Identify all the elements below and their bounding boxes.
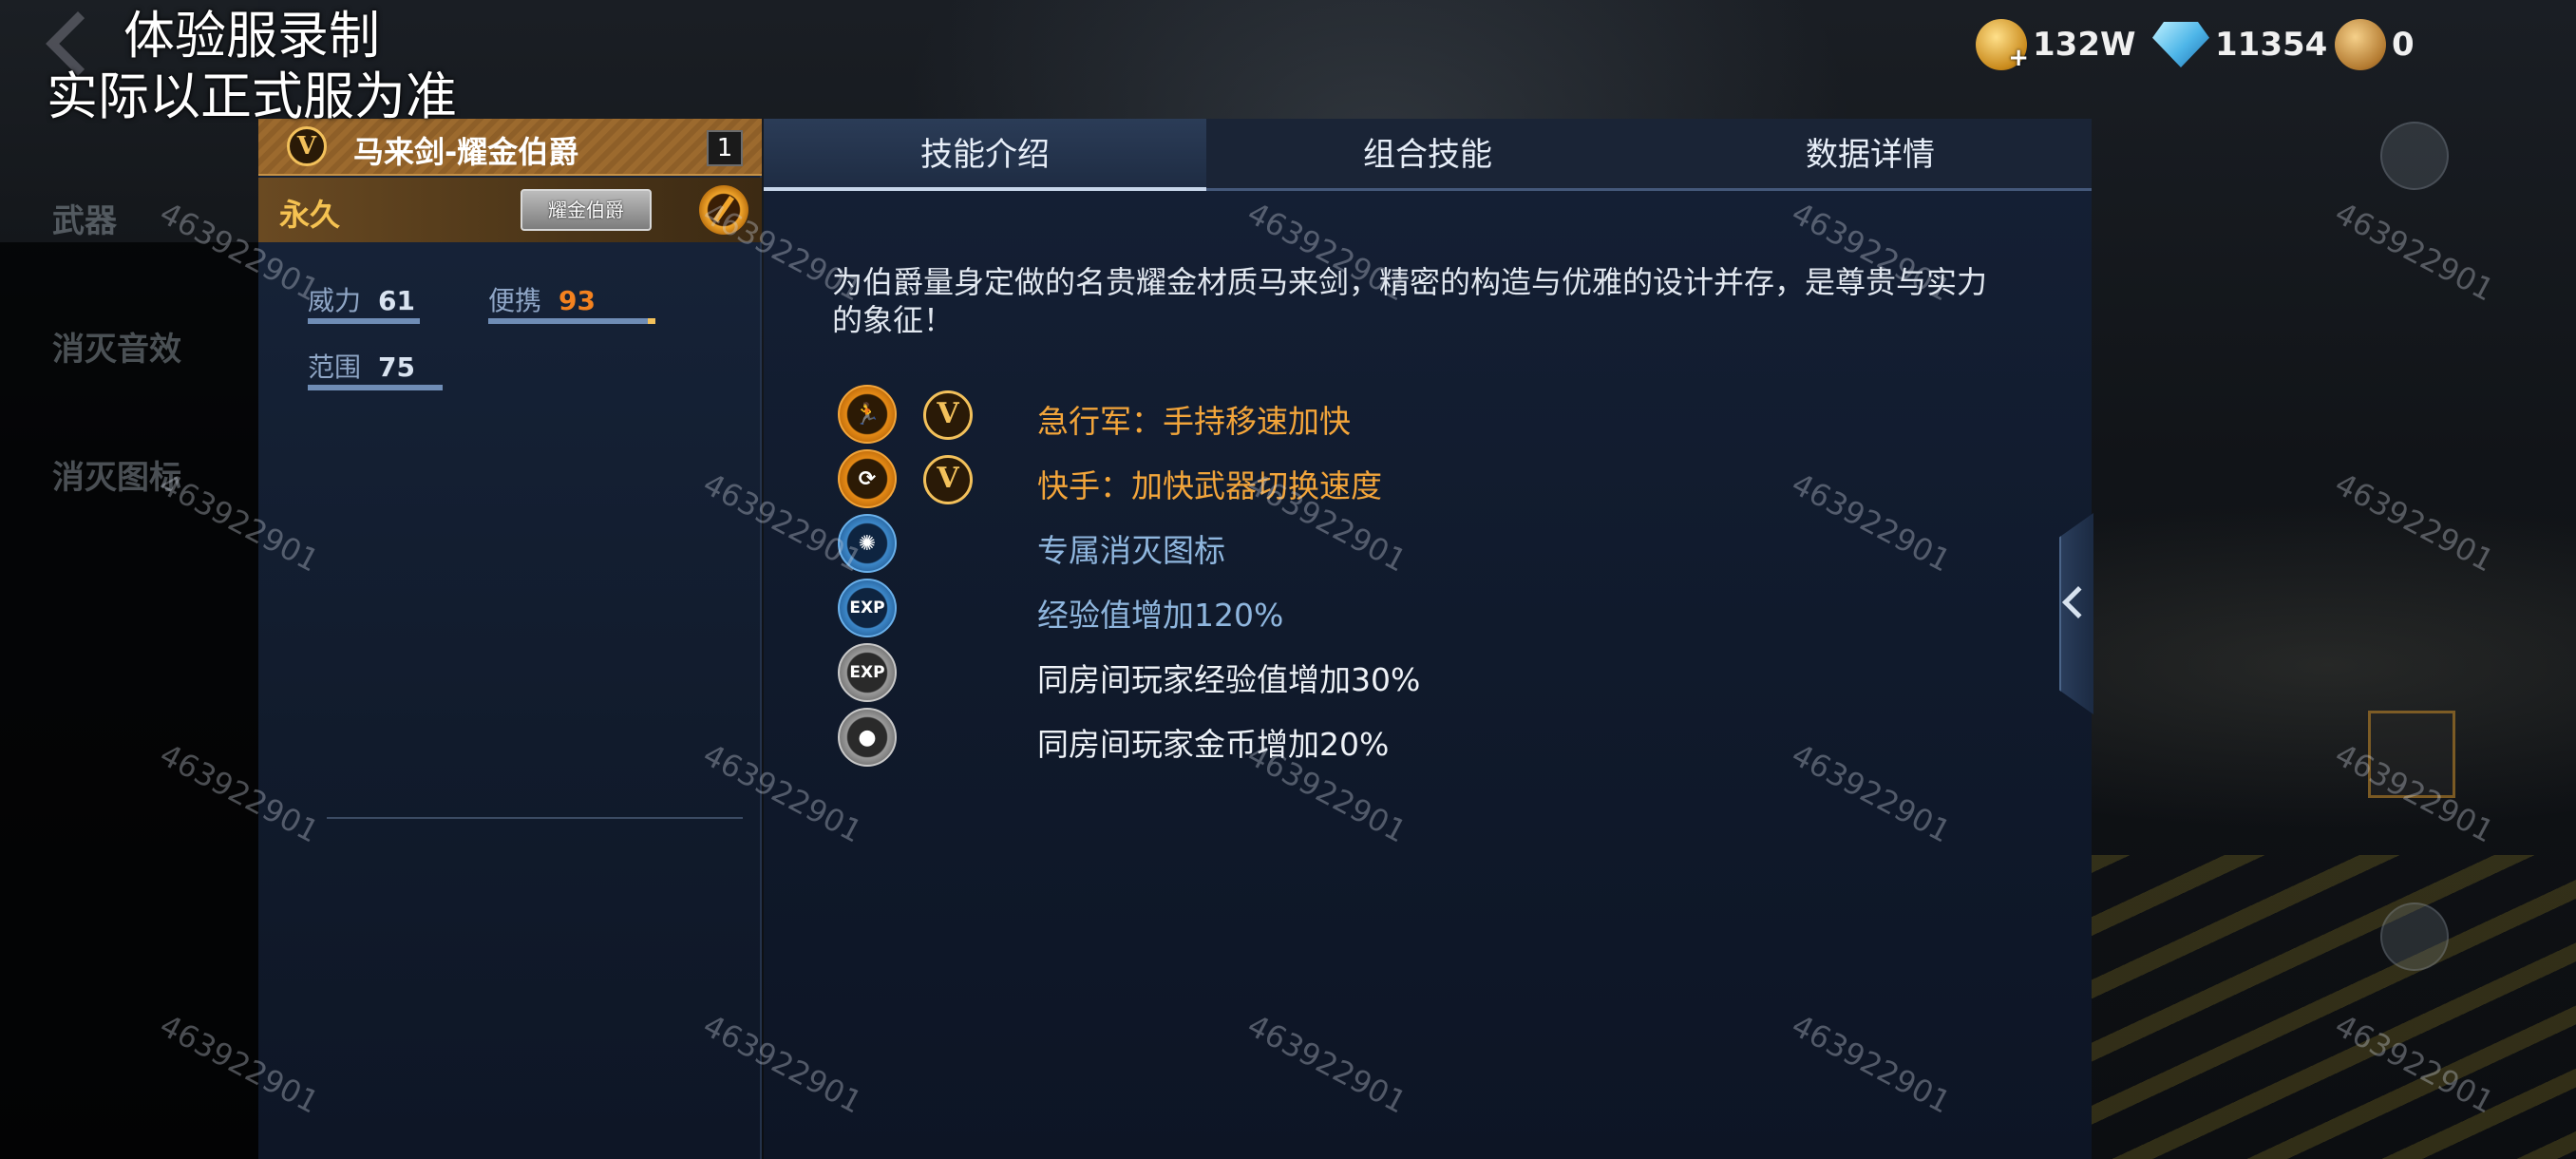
kill-icon-badge-icon: ✺ xyxy=(838,514,897,573)
tab-skill-intro[interactable]: 技能介绍 xyxy=(764,119,1206,191)
background-hazard-stripes xyxy=(2090,855,2576,1159)
currency-value: 132W xyxy=(2033,26,2136,64)
exp-boost-icon: EXP xyxy=(838,579,897,637)
bg-menu-weapon: 武器 xyxy=(52,202,117,240)
title-badge: 耀金伯爵 xyxy=(521,189,652,231)
stat-bar-portability xyxy=(488,318,652,324)
stat-bar-range xyxy=(308,385,443,390)
stat-bar-power xyxy=(308,318,420,324)
stat-value: 93 xyxy=(559,285,596,316)
bg-menu-kill-sound: 消灭音效 xyxy=(52,331,181,369)
weapon-info-panel: V 马来剑-耀金伯爵 1 永久 耀金伯爵 威力 61 便携 93 范围 75 xyxy=(258,119,762,1159)
stat-range: 范围 75 xyxy=(308,347,415,385)
skill-text: 专属消灭图标 xyxy=(1037,532,1225,569)
weapon-medal-icon xyxy=(699,185,748,235)
weapon-header: V 马来剑-耀金伯爵 1 xyxy=(258,119,762,176)
skill-text: 同房间玩家金币增加20% xyxy=(1037,726,1390,763)
tab-combo-skill[interactable]: 组合技能 xyxy=(1206,119,1649,191)
highlighted-slot[interactable] xyxy=(2368,711,2455,798)
skill-text: 快手：加快武器切换速度 xyxy=(1037,467,1382,504)
tab-bar: 技能介绍 组合技能 数据详情 xyxy=(764,119,2092,191)
room-exp-icon: EXP xyxy=(838,643,897,702)
stat-label: 威力 xyxy=(308,285,362,316)
skill-row: EXP 同房间玩家经验值增加30% xyxy=(838,643,1978,704)
skill-row: EXP 经验值增加120% xyxy=(838,579,1978,639)
currency-gold[interactable]: + 132W xyxy=(1976,15,2135,74)
collapse-panel-handle[interactable] xyxy=(2059,513,2093,714)
weapon-count-badge: 1 xyxy=(707,130,743,166)
currency-value: 0 xyxy=(2392,26,2415,64)
room-coin-icon: ● xyxy=(838,708,897,767)
stat-label: 便携 xyxy=(488,285,542,316)
stat-value: 75 xyxy=(378,352,415,383)
skill-row: ● 同房间玩家金币增加20% xyxy=(838,708,1978,769)
skill-row: ✺ 专属消灭图标 xyxy=(838,514,1978,575)
stat-bar-portability-bonus xyxy=(648,318,655,324)
skill-row: 🏃 V 急行军：手持移速加快 xyxy=(838,385,1978,446)
currency-medal[interactable]: 0 xyxy=(2335,15,2415,74)
tier-v-icon: V xyxy=(923,390,973,440)
duration-row: 永久 耀金伯爵 xyxy=(258,178,762,242)
currency-diamond[interactable]: 11354 xyxy=(2152,15,2327,74)
stat-portability: 便携 93 xyxy=(488,280,596,318)
recording-note: 体验服录制 实际以正式服为准 xyxy=(28,6,503,127)
stat-label: 范围 xyxy=(308,352,362,383)
bg-menu-kill-icon: 消灭图标 xyxy=(52,459,181,497)
weapon-description: 为伯爵量身定做的名贵耀金材质马来剑，精密的构造与优雅的设计并存，是尊贵与实力的象… xyxy=(832,264,1988,338)
stat-power: 威力 61 xyxy=(308,280,415,318)
diamond-icon xyxy=(2152,22,2209,67)
skill-text: 经验值增加120% xyxy=(1037,597,1284,634)
medal-coin-icon xyxy=(2335,19,2386,70)
panel-divider xyxy=(327,817,743,819)
skill-text: 急行军：手持移速加快 xyxy=(1037,403,1351,440)
background-left-shade xyxy=(0,242,258,1159)
detail-panel: 技能介绍 组合技能 数据详情 为伯爵量身定做的名贵耀金材质马来剑，精密的构造与优… xyxy=(764,119,2092,1159)
radiation-icon[interactable] xyxy=(2380,902,2449,971)
tab-data-details[interactable]: 数据详情 xyxy=(1649,119,2092,191)
skill-row: ⟳ V 快手：加快武器切换速度 xyxy=(838,449,1978,510)
recording-note-line2: 实际以正式服为准 xyxy=(47,66,457,126)
recording-note-line1: 体验服录制 xyxy=(123,6,380,66)
duration-label: 永久 xyxy=(279,197,341,233)
tier-v-icon: V xyxy=(923,455,973,504)
currency-value: 11354 xyxy=(2215,26,2328,64)
sprint-icon: 🏃 xyxy=(838,385,897,444)
chevron-left-icon xyxy=(2062,586,2093,618)
grenade-slot-icon[interactable] xyxy=(2380,122,2449,190)
quick-hand-icon: ⟳ xyxy=(838,449,897,508)
skill-text: 同房间玩家经验值增加30% xyxy=(1037,661,1421,698)
weapon-name: 马来剑-耀金伯爵 xyxy=(353,134,579,170)
gold-coin-icon: + xyxy=(1976,19,2029,72)
tier-v-icon: V xyxy=(287,126,327,166)
stat-value: 61 xyxy=(378,285,415,316)
